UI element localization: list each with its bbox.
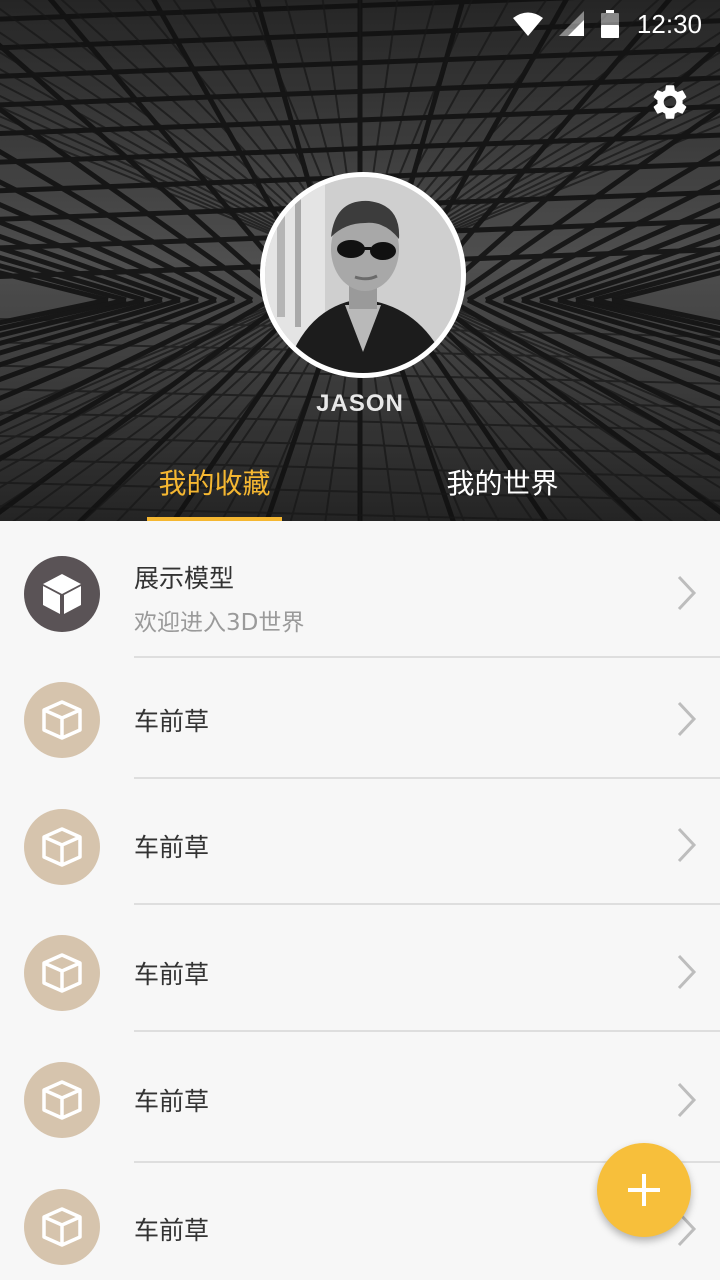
cube-icon-badge — [24, 556, 100, 632]
settings-button[interactable] — [646, 78, 694, 126]
list-item[interactable]: 车前草 — [0, 779, 720, 905]
list-item-title: 车前草 — [134, 1216, 210, 1245]
cube-outline-icon-badge — [24, 1062, 100, 1138]
list-item-featured[interactable]: 展示模型 欢迎进入3D世界 — [0, 521, 720, 658]
cube-outline-icon — [42, 700, 82, 740]
list-item-title: 车前草 — [134, 1087, 210, 1116]
avatar[interactable] — [260, 172, 466, 378]
list-item[interactable]: 车前草 — [0, 905, 720, 1032]
list-item-title: 展示模型 — [134, 564, 235, 593]
chevron-right-icon — [677, 954, 697, 990]
cube-icon — [43, 574, 81, 614]
list-item-title: 车前草 — [134, 960, 210, 989]
chevron-right-icon — [677, 701, 697, 737]
add-button[interactable] — [597, 1143, 691, 1237]
avatar-photo — [265, 177, 461, 373]
tab-my-world[interactable]: 我的世界 — [430, 462, 575, 521]
cube-outline-icon — [42, 827, 82, 867]
cube-outline-icon — [42, 1080, 82, 1120]
cube-outline-icon — [42, 1207, 82, 1247]
status-bar: 12:30 — [0, 0, 720, 48]
wifi-icon — [512, 11, 543, 37]
list-item[interactable]: 车前草 — [0, 658, 720, 779]
username: JASON — [316, 390, 404, 417]
battery-icon — [600, 10, 619, 38]
chevron-right-icon — [677, 1082, 697, 1118]
plus-icon — [628, 1174, 660, 1206]
signal-icon — [558, 11, 585, 37]
list-item-title: 车前草 — [134, 707, 210, 736]
cube-outline-icon — [42, 953, 82, 993]
chevron-right-icon — [677, 575, 697, 611]
chevron-right-icon — [677, 827, 697, 863]
list-item[interactable]: 车前草 — [0, 1032, 720, 1163]
list-item-subtitle: 欢迎进入3D世界 — [134, 610, 305, 636]
cube-outline-icon-badge — [24, 935, 100, 1011]
tab-my-favorites[interactable]: 我的收藏 — [147, 462, 282, 521]
cube-outline-icon-badge — [24, 1189, 100, 1265]
status-time: 12:30 — [636, 8, 702, 39]
profile-header: 12:30 JASON 我的收藏 我的世界 — [0, 0, 720, 521]
gear-icon — [653, 85, 687, 119]
list-item-title: 车前草 — [134, 833, 210, 862]
cube-outline-icon-badge — [24, 809, 100, 885]
cube-outline-icon-badge — [24, 682, 100, 758]
